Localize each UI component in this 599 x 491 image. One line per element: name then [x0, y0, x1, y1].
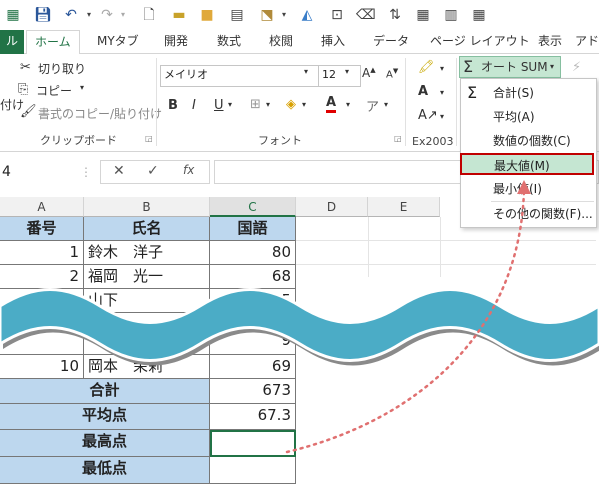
arrow-head-icon [517, 180, 531, 194]
annotation-arrow [285, 180, 531, 454]
arrow-path [285, 188, 526, 454]
